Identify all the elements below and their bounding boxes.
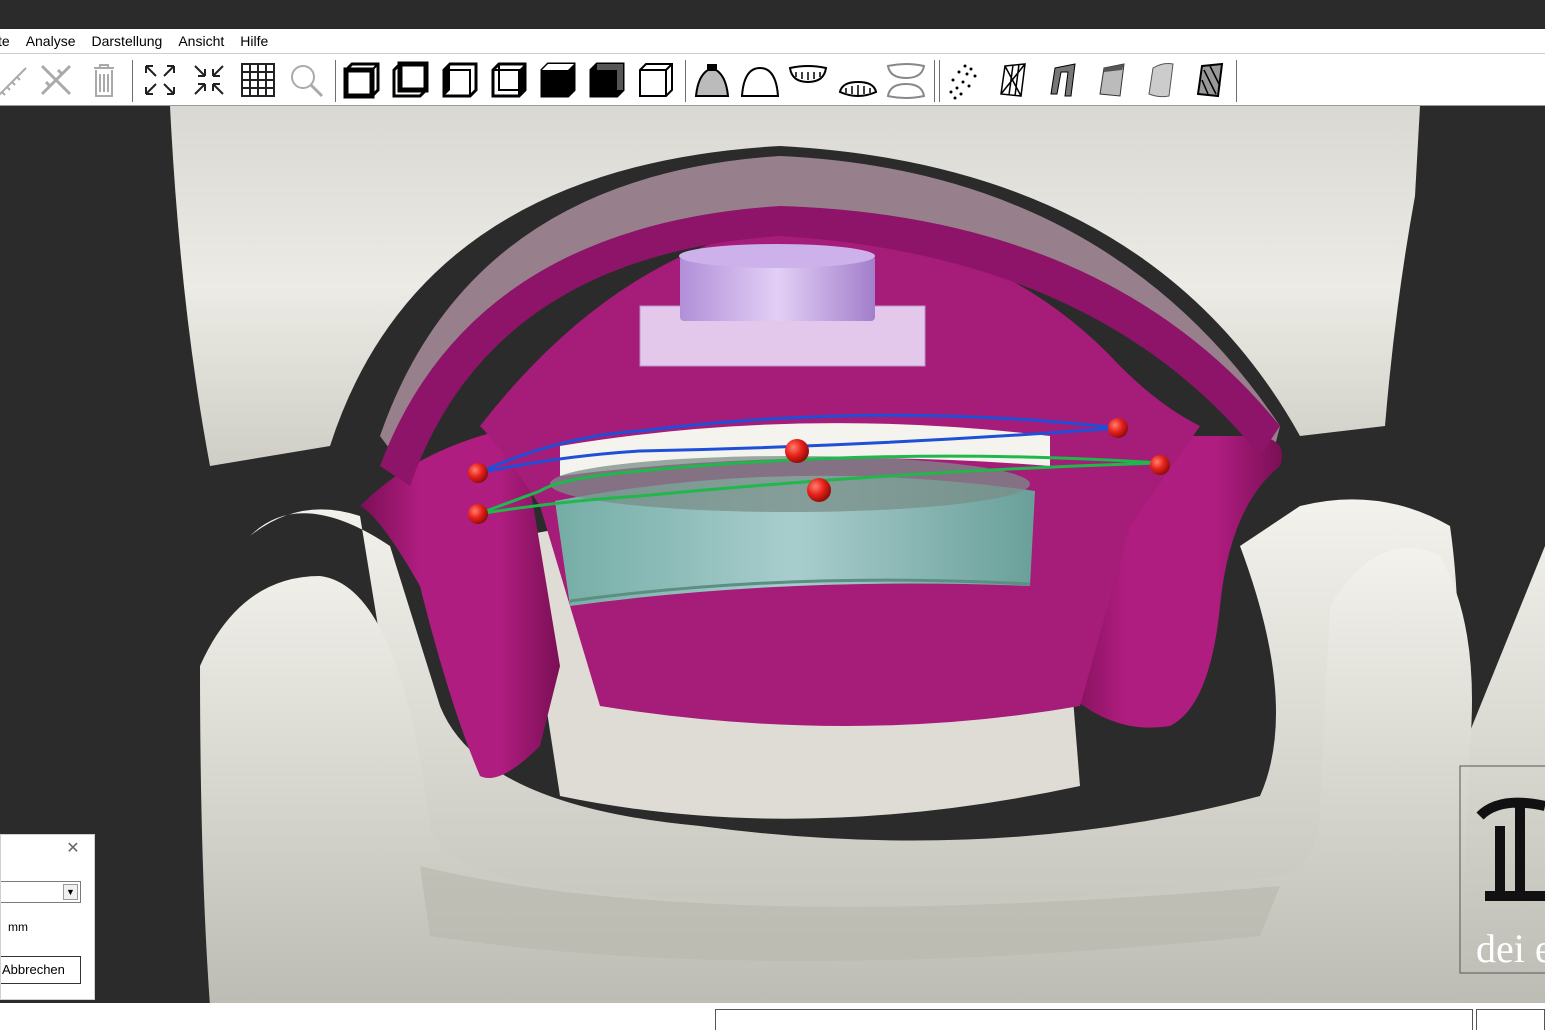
view-front-icon[interactable] [342, 60, 382, 100]
menu-hilfe[interactable]: Hilfe [232, 29, 276, 53]
toolbar-separator [132, 60, 133, 102]
grid-icon[interactable] [238, 60, 278, 100]
toolbar [0, 53, 1545, 106]
view-back-icon[interactable] [390, 60, 430, 100]
view-left-icon[interactable] [440, 60, 480, 100]
magnifier-icon[interactable] [286, 60, 326, 100]
model-solid-icon[interactable] [1043, 60, 1083, 100]
menu-ansicht[interactable]: Ansicht [170, 29, 232, 53]
toolbar-separator [939, 60, 940, 102]
model-hatched-icon[interactable] [1190, 60, 1230, 100]
title-bar [0, 0, 1545, 29]
toolbar-separator [1236, 60, 1237, 102]
marker-point [468, 504, 488, 524]
chevron-down-icon[interactable]: ▼ [63, 884, 78, 900]
view-bottom-icon[interactable] [587, 60, 627, 100]
view-iso-icon[interactable] [636, 60, 676, 100]
ruler-icon[interactable] [0, 60, 30, 100]
trash-icon[interactable] [84, 60, 124, 100]
point-cloud-icon[interactable] [945, 60, 985, 100]
marker-point [1108, 418, 1128, 438]
marker-point [468, 463, 488, 483]
view-top-icon[interactable] [538, 60, 578, 100]
status-bar [0, 1003, 1545, 1030]
dental-model-scene: dei e [170, 106, 1545, 1003]
both-jaws-icon[interactable] [886, 60, 926, 100]
3d-viewport[interactable]: dei e [0, 106, 1545, 1003]
model-wireframe-icon[interactable] [993, 60, 1033, 100]
marker-point [1150, 455, 1170, 475]
toolbar-separator [335, 60, 336, 102]
measurement-dialog: ✕ ▼ mm Abbrechen [0, 834, 95, 1000]
upper-jaw-icon[interactable] [788, 60, 828, 100]
value-select[interactable]: ▼ [1, 881, 81, 903]
impression-tray-icon[interactable] [692, 60, 732, 100]
zoom-extents-icon[interactable] [140, 60, 180, 100]
menu-edit-partial[interactable]: te [0, 29, 18, 53]
ruler-cross-icon[interactable] [36, 60, 76, 100]
model-smooth-icon[interactable] [1141, 60, 1181, 100]
unit-label: mm [8, 920, 28, 934]
marker-point [807, 478, 831, 502]
menu-analyse[interactable]: Analyse [18, 29, 84, 53]
menu-darstellung[interactable]: Darstellung [84, 29, 171, 53]
toolbar-separator [685, 60, 686, 102]
close-icon[interactable]: ✕ [65, 841, 81, 857]
view-right-icon[interactable] [489, 60, 529, 100]
cancel-button[interactable]: Abbrechen [1, 956, 81, 984]
toolbar-separator [934, 60, 935, 102]
zoom-in-icon[interactable] [189, 60, 229, 100]
lower-jaw-icon[interactable] [838, 60, 878, 100]
marker-point [785, 439, 809, 463]
watermark-text: dei e [1476, 926, 1545, 971]
menu-bar: te Analyse Darstellung Ansicht Hilfe [0, 29, 1545, 53]
status-field-main [715, 1009, 1473, 1030]
model-shaded-icon[interactable] [1092, 60, 1132, 100]
status-field-secondary [1476, 1009, 1545, 1030]
dome-icon[interactable] [740, 60, 780, 100]
magnet-top [679, 244, 875, 268]
